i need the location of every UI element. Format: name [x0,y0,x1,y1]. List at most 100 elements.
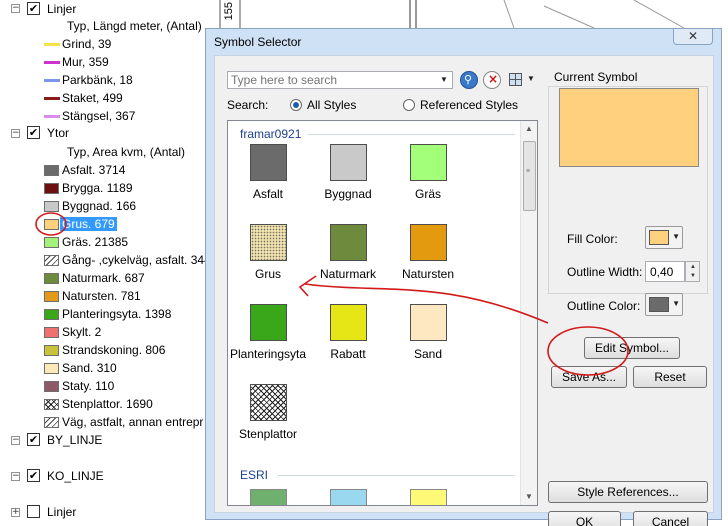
fill-symbol-swatch[interactable] [44,309,59,320]
edit-symbol-button[interactable]: Edit Symbol... [584,337,680,359]
layer-name-by-linje[interactable]: BY_LINJE [47,433,102,447]
symbol-item[interactable]: Naturmark [308,224,388,302]
fill-symbol-swatch[interactable] [44,237,59,248]
legend-item-label[interactable]: Strandskoning. 806 [62,343,165,357]
dialog-body: ▼ ⚲ × ▼ Search: All Styles Referenced St… [214,55,714,526]
linjer2-visibility-checkbox[interactable] [27,505,40,518]
search-combobox[interactable]: ▼ [227,71,453,89]
fill-symbol-swatch[interactable] [44,291,59,302]
expand-by-linje-icon[interactable]: − [11,436,20,445]
scroll-thumb[interactable]: ≡ [523,141,536,211]
expand-ko-linje-icon[interactable]: − [11,472,20,481]
reset-button[interactable]: Reset [633,366,707,388]
legend-item-label[interactable]: Grind, 39 [62,37,111,51]
layer-name-ko-linje[interactable]: KO_LINJE [47,469,104,483]
collapse-linjer-icon[interactable]: − [11,4,20,13]
legend-item-label[interactable]: Gång- ,cykelväg, asfalt. 344 [62,253,211,267]
symbol-item[interactable]: Grus [228,224,308,302]
outline-color-picker[interactable]: ▼ [645,293,683,316]
symbol-item[interactable]: Natursten [388,224,468,302]
line-symbol-swatch[interactable] [44,61,60,64]
search-input[interactable] [231,73,431,87]
esri-symbol-patch[interactable] [330,489,367,505]
ok-button[interactable]: OK [548,511,621,526]
symbol-item[interactable]: Gräs [388,144,468,222]
symbol-gallery[interactable]: framar0921 Asfalt Byggnad Gräs Grus Naturmar… [227,120,538,506]
legend-item-label[interactable]: Asfalt. 3714 [62,163,125,177]
clear-search-button[interactable]: × [483,71,501,89]
line-symbol-swatch[interactable] [44,97,60,100]
scroll-up-icon[interactable]: ▲ [521,121,537,137]
legend-item-label[interactable]: Stängsel, 367 [62,109,135,123]
esri-symbol-patch[interactable] [410,489,447,505]
fill-symbol-swatch[interactable] [44,345,59,356]
spin-up-icon[interactable]: ▲ [690,264,696,270]
legend-item-label[interactable]: Mur, 359 [62,55,109,69]
symbol-item[interactable]: Planteringsyta [228,304,308,382]
referenced-styles-label[interactable]: Referenced Styles [420,98,518,112]
fill-symbol-swatch[interactable] [44,165,59,176]
spin-down-icon[interactable]: ▼ [690,273,696,279]
layer-name-ytor[interactable]: Ytor [47,126,69,140]
line-symbol-swatch[interactable] [44,43,60,46]
fill-symbol-swatch[interactable] [44,417,59,428]
all-styles-label[interactable]: All Styles [307,98,356,112]
fill-symbol-swatch[interactable] [44,183,59,194]
layer-name-linjer[interactable]: Linjer [47,2,76,16]
symbol-item[interactable]: Stenplattor [228,384,308,462]
fill-symbol-swatch[interactable] [44,327,59,338]
legend-item-label[interactable]: Sand. 310 [62,361,117,375]
fill-color-picker[interactable]: ▼ [645,226,683,249]
line-symbol-swatch[interactable] [44,79,60,82]
chevron-down-icon[interactable]: ▼ [437,73,451,87]
all-styles-radio[interactable] [290,99,302,111]
ko-linje-visibility-checkbox[interactable]: ✔ [27,469,40,482]
search-button[interactable]: ⚲ [460,71,478,89]
legend-item-label[interactable]: Skylt. 2 [62,325,101,339]
style-references-button[interactable]: Style References... [548,481,708,503]
fill-symbol-swatch[interactable] [44,255,59,266]
save-as-button[interactable]: Save As... [551,366,627,388]
line-symbol-swatch[interactable] [44,115,60,118]
cancel-button[interactable]: Cancel [633,511,708,526]
legend-item-label[interactable]: Byggnad. 166 [62,199,136,213]
collapse-ytor-icon[interactable]: − [11,129,20,138]
map-view[interactable]: 155 [214,0,728,28]
referenced-styles-radio[interactable] [403,99,415,111]
by-linje-visibility-checkbox[interactable]: ✔ [27,433,40,446]
legend-item-label[interactable]: Brygga. 1189 [62,181,133,195]
legend-item-label[interactable]: Natursten. 781 [62,289,141,303]
ytor-visibility-checkbox[interactable]: ✔ [27,126,40,139]
linjer-visibility-checkbox[interactable]: ✔ [27,2,40,15]
fill-symbol-swatch[interactable] [44,363,59,374]
fill-symbol-swatch[interactable] [44,399,59,410]
legend-item-label[interactable]: Staket, 499 [62,91,123,105]
fill-symbol-swatch[interactable] [44,201,59,212]
layer-name-linjer2[interactable]: Linjer [47,505,76,519]
symbol-list-scrollbar[interactable]: ▲ ≡ ▼ [520,121,537,505]
fill-color-label: Fill Color: [567,232,618,246]
symbol-item[interactable]: Sand [388,304,468,382]
view-options-button[interactable]: ▼ [507,71,537,89]
expand-linjer2-icon[interactable]: + [11,508,20,517]
symbol-item[interactable]: Rabatt [308,304,388,382]
scroll-down-icon[interactable]: ▼ [521,489,537,505]
legend-item-label[interactable]: Stenplattor. 1690 [62,397,153,411]
symbol-patch [410,224,447,261]
close-icon[interactable]: ✕ [673,29,713,45]
fill-symbol-swatch[interactable] [44,381,59,392]
legend-item-label-selected[interactable]: Grus. 679 [60,217,117,231]
legend-item-label[interactable]: Parkbänk, 18 [62,73,133,87]
legend-item-label[interactable]: Planteringsyta. 1398 [62,307,171,321]
fill-symbol-swatch[interactable] [44,273,59,284]
outline-width-spinner[interactable]: ▲ ▼ [685,261,700,282]
legend-item-label[interactable]: Naturmark. 687 [62,271,145,285]
symbol-item[interactable]: Asfalt [228,144,308,222]
symbol-item[interactable]: Byggnad [308,144,388,222]
legend-item-label[interactable]: Väg, astfalt, annan entrepr [62,415,203,429]
fill-symbol-swatch[interactable] [44,219,59,230]
esri-symbol-patch[interactable] [250,489,287,505]
outline-width-input[interactable]: 0,40 [645,261,685,282]
legend-item-label[interactable]: Staty. 110 [62,379,114,393]
legend-item-label[interactable]: Gräs. 21385 [62,235,128,249]
